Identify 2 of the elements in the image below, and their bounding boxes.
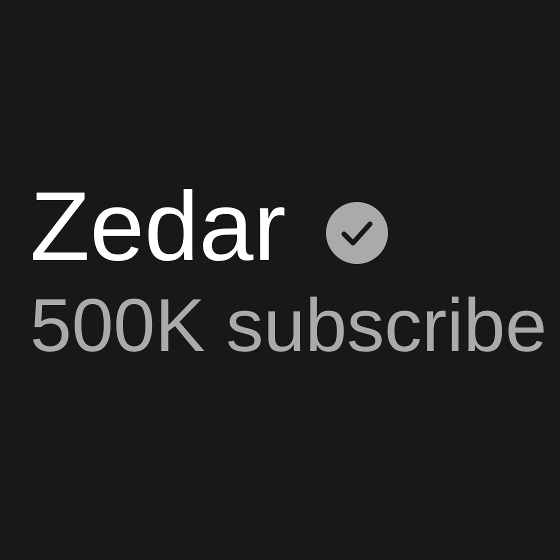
channel-name: Zedar <box>30 170 286 283</box>
subscriber-count: 500K subscribe <box>30 282 548 369</box>
